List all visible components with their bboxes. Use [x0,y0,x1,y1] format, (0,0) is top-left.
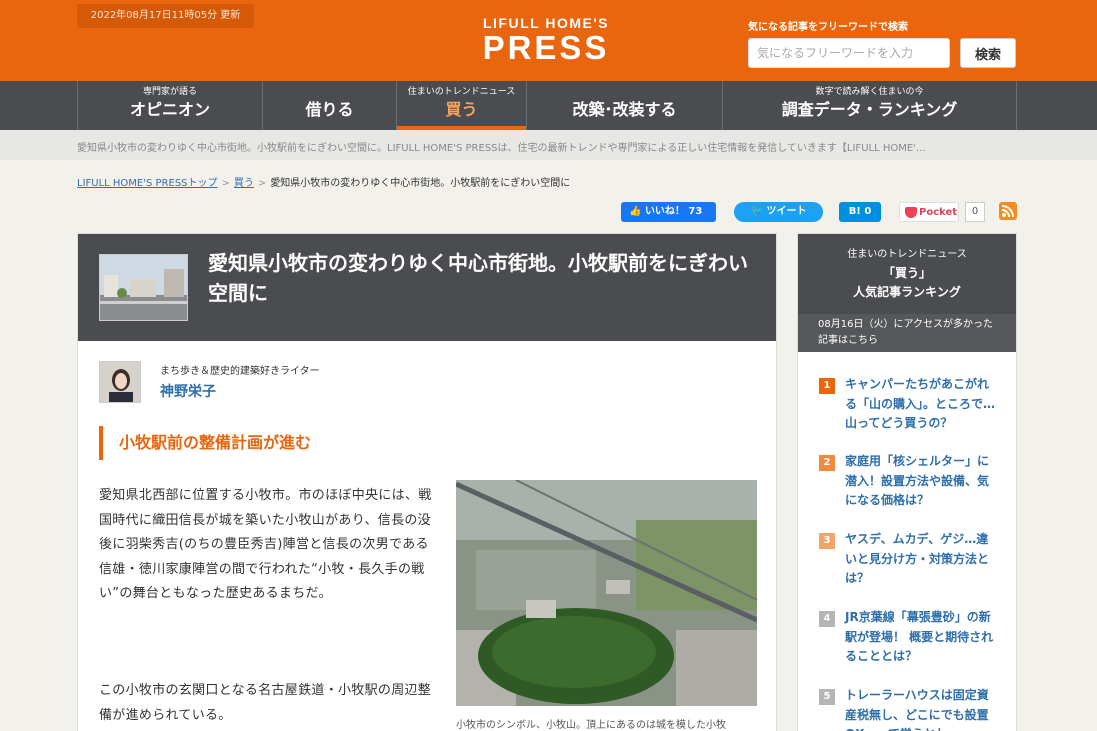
thumbs-up-icon: 👍 [629,206,645,217]
nav-data-ranking[interactable]: 数字で読み解く住まいの今 調査データ・ランキング [722,81,1017,130]
ranking-title[interactable]: ヤスデ、ムカデ、ゲジ…違いと見分け方・対策方法とは？ [845,530,995,589]
page-tagline: 愛知県小牧市の変わりゆく中心市街地。小牧駅前をにぎわい空間に。LIFULL HO… [0,130,1097,160]
article-thumbnail [99,254,188,321]
photo-caption: 小牧市のシンボル、小牧山。頂上にあるのは城を模した小牧 [456,720,726,731]
search-caption: 気になる記事をフリーワードで検索 [748,22,908,33]
sidebar-header: 住まいのトレンドニュース 「買う」 人気記事ランキング [798,234,1016,314]
twitter-bird-icon: 🐦 [750,206,767,217]
pocket-icon [905,206,917,218]
rss-icon[interactable] [999,202,1017,220]
tagline-text: 愛知県小牧市の変わりゆく中心市街地。小牧駅前をにぎわい空間に。LIFULL HO… [77,143,926,154]
breadcrumb-separator: > [257,178,267,189]
sidebar-label: 住まいのトレンドニュース [847,249,967,260]
rank-badge: 2 [819,455,835,471]
pocket-count: 0 [965,202,985,222]
search-button[interactable]: 検索 [960,38,1016,68]
ranking-title[interactable]: 家庭用「核シェルター」に潜入！設置方法や設備、気になる価格は？ [845,452,995,511]
nav-rent[interactable]: 借りる [262,81,396,130]
breadcrumb-current: 愛知県小牧市の変わりゆく中心市街地。小牧駅前をにぎわい空間に [270,178,571,189]
nav-sub: 数字で読み解く住まいの今 [815,87,924,97]
rank-badge: 5 [819,689,835,705]
ranking-title[interactable]: トレーラーハウスは固定資産税無し、どこにでも設置OK…って覚えとし... [845,686,995,731]
author-name[interactable]: 神野栄子 [160,381,216,401]
nav-label: 調査データ・ランキング [781,100,958,119]
nav-sub: 専門家が語る [142,87,197,97]
article-card: 愛知県小牧市の変わりゆく中心市街地。小牧駅前をにぎわい空間に まち歩き＆歴史的建… [77,233,777,731]
ranking-sidebar: 住まいのトレンドニュース 「買う」 人気記事ランキング 08月16日（火）にアク… [797,233,1017,731]
article-paragraph: この小牧市の玄関口となる名古屋鉄道・小牧駅の周辺整備が進められている。 [99,683,432,723]
article-paragraph: 愛知県北西部に位置する小牧市。市のほぼ中央には、戦国時代に織田信長が城を築いた小… [99,488,432,601]
search-input[interactable] [748,38,950,68]
rank-badge: 3 [819,533,835,549]
pocket-label: Pocket [919,207,958,218]
author-avatar[interactable] [99,361,141,403]
updated-timestamp: 2022年08月17日11時05分 更新 [77,4,254,28]
aerial-photo [456,480,757,706]
facebook-like-label: いいね！ 73 [644,206,703,217]
nav-sub [263,87,396,98]
article-header: 愛知県小牧市の変わりゆく中心市街地。小牧駅前をにぎわい空間に [78,234,776,341]
ranking-title[interactable]: キャンパーたちがあこがれる「山の購入」。ところで…山ってどう買うの？ [845,375,995,434]
site-header: 2022年08月17日11時05分 更新 LIFULL HOME'S PRESS… [0,0,1097,81]
nav-label: オピニオン [129,100,210,119]
nav-buy[interactable]: 住まいのトレンドニュース 買う [396,81,526,130]
section-heading: 小牧駅前の整備計画が進む [99,426,311,460]
sidebar-title: 人気記事ランキング [853,285,961,299]
nav-sub [527,87,722,98]
rank-badge: 4 [819,611,835,627]
sidebar-date-note: 08月16日（火）にアクセスが多かった記事はこちら [798,314,1016,352]
nav-opinion[interactable]: 専門家が語る オピニオン [77,81,262,130]
breadcrumb: LIFULL HOME'S PRESSトップ > 買う > 愛知県小牧市の変わりゆく中心… [77,174,570,189]
ranking-title[interactable]: JR京葉線「幕張豊砂」の新駅が登場！ 概要と期待されることとは？ [845,608,995,667]
breadcrumb-category[interactable]: 買う [234,178,254,189]
article-title: 愛知県小牧市の変わりゆく中心市街地。小牧駅前をにぎわい空間に [208,251,748,305]
breadcrumb-separator: > [221,178,230,189]
nav-renovate[interactable]: 改築･改装する [526,81,722,130]
nav-label: 改築･改装する [572,100,677,119]
main-nav: 専門家が語る オピニオン 借りる 住まいのトレンドニュース 買う 改築･改装する… [0,81,1097,130]
site-logo[interactable]: LIFULL HOME'S PRESS [470,15,622,65]
tweet-label: ツイート [766,206,807,217]
rank-badge: 1 [819,378,835,394]
nav-sub: 住まいのトレンドニュース [407,87,516,97]
sidebar-category: 「買う」 [882,266,931,280]
facebook-like-button[interactable]: 👍 いいね！ 73 [621,202,716,222]
breadcrumb-home[interactable]: LIFULL HOME'S PRESSトップ [77,178,218,189]
hatena-bookmark-button[interactable]: B! 0 [839,202,881,222]
tweet-button[interactable]: 🐦 ツイート [734,202,823,222]
nav-label: 借りる [305,100,354,119]
pocket-button[interactable]: Pocket [899,202,959,222]
logo-line2: PRESS [482,29,610,66]
author-role: まち歩き＆歴史的建築好きライター [160,366,320,377]
nav-label: 買う [445,100,478,119]
